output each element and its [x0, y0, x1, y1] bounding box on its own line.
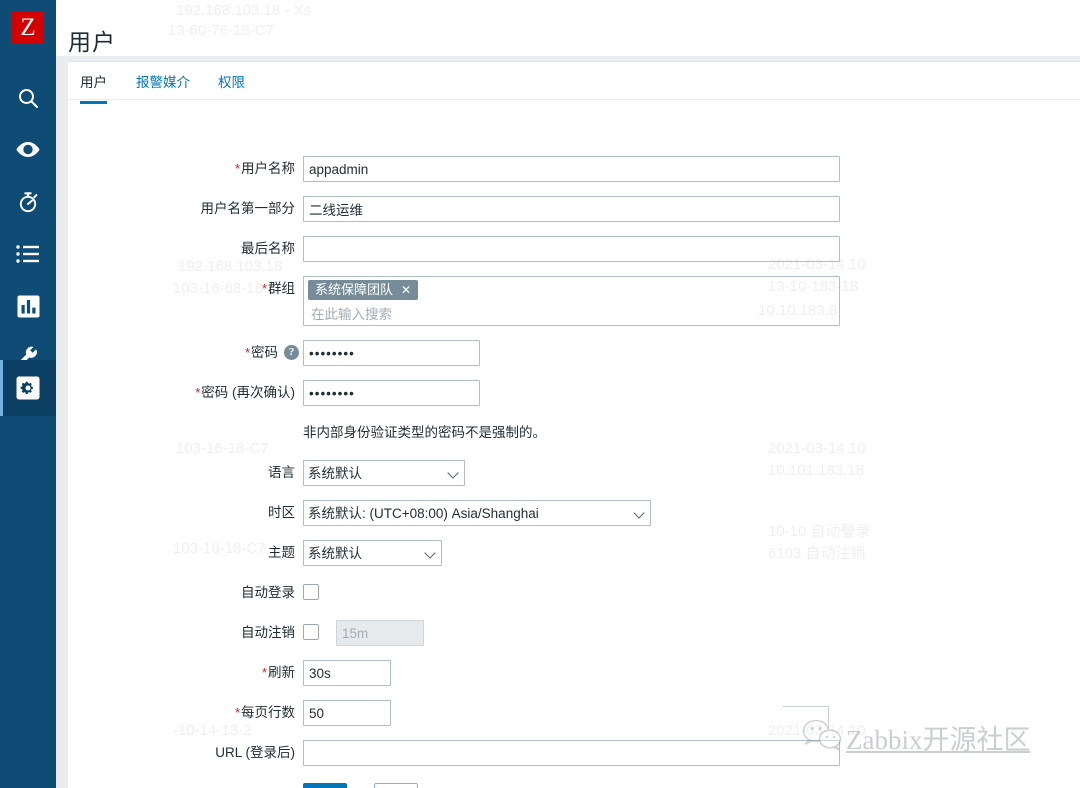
- autologin-checkbox[interactable]: [303, 584, 319, 600]
- required-marker: *: [234, 161, 240, 176]
- page-header: 192.168.103.18 - Xs 13-60-76-18-C7 用户: [56, 0, 1080, 56]
- sidebar-item-search[interactable]: [0, 70, 56, 126]
- field-row-theme: 主题 系统默认: [68, 540, 1080, 566]
- label-url-after-login: URL (登录后): [215, 745, 295, 760]
- field-row-rows-per-page: *每页行数: [68, 700, 1080, 726]
- label-timezone: 时区: [268, 505, 295, 520]
- search-icon: [16, 86, 40, 110]
- timezone-select[interactable]: 系统默认: (UTC+08:00) Asia/Shanghai: [303, 500, 651, 526]
- required-marker: *: [244, 345, 250, 360]
- autologout-input: [336, 620, 424, 646]
- group-chip[interactable]: 系统保障团队 ✕: [308, 280, 419, 300]
- field-row-firstname: 用户名第一部分: [68, 196, 1080, 222]
- logo-letter: Z: [20, 13, 36, 41]
- page-title: 用户: [68, 29, 116, 56]
- label-refresh: *刷新: [261, 665, 295, 680]
- main-sidebar: Z: [0, 0, 56, 788]
- label-language: 语言: [268, 465, 295, 480]
- gear-icon: [16, 376, 40, 400]
- label-password-confirm: *密码 (再次确认): [195, 385, 295, 400]
- form-actions: 添加 取消: [68, 783, 1080, 788]
- submit-button[interactable]: 添加: [303, 783, 347, 788]
- remove-group-icon[interactable]: ✕: [401, 283, 411, 297]
- password-policy-hint: 非内部身份验证类型的密码不是强制的。: [303, 425, 546, 440]
- label-groups: *群组: [261, 281, 295, 296]
- form-tabs: 用户 报警媒介 权限: [68, 62, 1080, 104]
- field-row-groups: *群组 系统保障团队✕ 在此输入搜索 选择: [68, 276, 1080, 328]
- label-theme: 主题: [268, 545, 295, 560]
- cancel-button[interactable]: 取消: [374, 783, 418, 788]
- language-select[interactable]: 系统默认: [303, 460, 465, 486]
- label-rows-per-page: *每页行数: [234, 705, 295, 720]
- label-password: *密码: [244, 345, 278, 360]
- stopwatch-icon: [16, 190, 40, 214]
- required-marker: *: [234, 705, 240, 720]
- label-firstname: 用户名第一部分: [200, 201, 296, 216]
- tab-media[interactable]: 报警媒介: [136, 71, 190, 101]
- rows-per-page-input[interactable]: [303, 700, 391, 726]
- field-row-autologin: 自动登录: [68, 580, 1080, 606]
- groups-search-placeholder: 在此输入搜索: [311, 307, 392, 322]
- list-icon: [16, 245, 40, 263]
- sidebar-item-monitoring[interactable]: [0, 122, 56, 178]
- label-autologin: 自动登录: [241, 585, 295, 600]
- password-help-icon[interactable]: ?: [284, 345, 299, 360]
- field-row-password-confirm: *密码 (再次确认): [68, 380, 1080, 406]
- field-row-autologout: 自动注销: [68, 620, 1080, 646]
- password-input[interactable]: [303, 340, 480, 366]
- firstname-input[interactable]: [303, 196, 840, 222]
- field-row-password: *密码 ?: [68, 340, 1080, 366]
- user-form-card: 用户 报警媒介 权限 *用户名称 用户名第一部分: [68, 61, 1080, 788]
- field-row-lastname: 最后名称: [68, 236, 1080, 262]
- required-marker: *: [195, 385, 201, 400]
- sidebar-item-inventory[interactable]: [0, 226, 56, 282]
- username-input[interactable]: [303, 156, 840, 182]
- application-window: Z 192.168.103.18 - Xs 13-60-76-18-C7 用户 …: [0, 0, 1080, 788]
- lastname-input[interactable]: [303, 236, 840, 262]
- chart-icon: [17, 295, 40, 318]
- autologout-checkbox[interactable]: [303, 624, 319, 640]
- eye-icon: [15, 140, 41, 160]
- sidebar-item-administration[interactable]: [0, 360, 56, 416]
- required-marker: *: [261, 665, 267, 680]
- sidebar-item-reports[interactable]: [0, 278, 56, 334]
- tab-permissions[interactable]: 权限: [218, 71, 245, 101]
- groups-multiselect[interactable]: 系统保障团队 ✕ 在此输入搜索: [303, 276, 840, 326]
- label-username: *用户名称: [234, 161, 295, 176]
- group-chip-label: 系统保障团队: [315, 282, 394, 297]
- field-row-username: *用户名称: [68, 156, 1080, 182]
- password-confirm-input[interactable]: [303, 380, 480, 406]
- field-row-timezone: 时区 系统默认: (UTC+08:00) Asia/Shanghai: [68, 500, 1080, 526]
- refresh-input[interactable]: [303, 660, 391, 686]
- url-after-login-input[interactable]: [303, 740, 840, 766]
- field-row-url-after-login: URL (登录后): [68, 740, 1080, 766]
- theme-select[interactable]: 系统默认: [303, 540, 442, 566]
- zabbix-logo[interactable]: Z: [12, 11, 44, 43]
- required-marker: *: [261, 281, 267, 296]
- field-row-language: 语言 系统默认: [68, 460, 1080, 486]
- label-autologout: 自动注销: [241, 625, 295, 640]
- field-row-refresh: *刷新: [68, 660, 1080, 686]
- tab-user[interactable]: 用户: [80, 71, 107, 104]
- sidebar-item-alerts[interactable]: [0, 174, 56, 230]
- label-lastname: 最后名称: [241, 241, 295, 256]
